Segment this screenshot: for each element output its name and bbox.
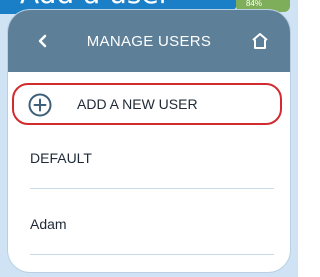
app-header: MANAGE USERS [8, 10, 290, 72]
home-button[interactable] [246, 28, 274, 54]
home-icon [252, 33, 268, 49]
page-title: MANAGE USERS [86, 32, 212, 50]
user-name: DEFAULT [30, 150, 92, 166]
add-new-user-button[interactable]: ADD A NEW USER [12, 83, 282, 125]
user-row-adam[interactable]: Adam [8, 200, 290, 248]
divider [30, 188, 274, 189]
plus-circle-icon [28, 93, 52, 117]
back-button[interactable] [28, 26, 58, 56]
user-name: Adam [30, 216, 67, 232]
divider [30, 254, 274, 255]
user-row-default[interactable]: DEFAULT [8, 134, 290, 182]
add-new-user-label: ADD A NEW USER [77, 96, 198, 112]
phone-screen: MANAGE USERS ADD A NEW USER DEFAULT Adam [8, 10, 290, 272]
chevron-left-icon [38, 34, 47, 48]
battery-text: 84% [245, 0, 262, 8]
